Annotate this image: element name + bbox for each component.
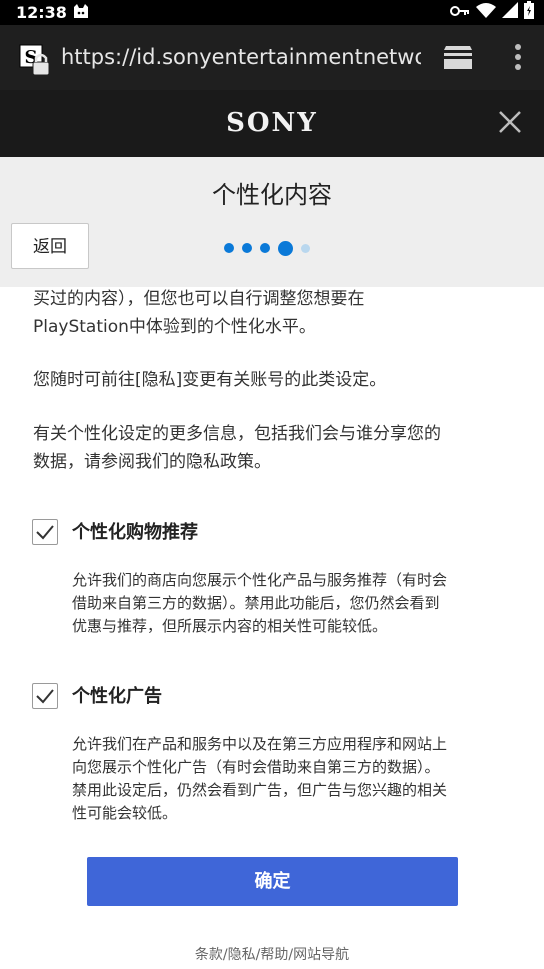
- status-icons: [450, 1, 534, 23]
- status-bar: 12:38: [0, 0, 544, 25]
- tabs-icon[interactable]: [442, 43, 474, 71]
- progress-dot-1: [224, 243, 234, 253]
- overflow-menu-icon[interactable]: [511, 43, 525, 73]
- option-title: 个性化购物推荐: [72, 522, 198, 543]
- footer-links[interactable]: 条款/隐私/帮助/网站导航: [0, 944, 544, 964]
- checkmark-icon: [36, 525, 54, 540]
- description-line: 优惠与推荐，但所展示内容的相关性可能较低。: [72, 617, 388, 635]
- intro-paragraph: 买过的内容），但您也可以自行调整您想要在 PlayStation中体验到的个性化…: [33, 285, 511, 341]
- confirm-button[interactable]: 确定: [87, 857, 458, 906]
- option-description: 允许我们在产品和服务中以及在第三方应用程序和网站上 向您展示个性化广告（有时会借…: [72, 733, 504, 825]
- description-line: 性可能会较低。: [72, 804, 178, 822]
- description-line: 允许我们的商店向您展示个性化产品与服务推荐（有时会: [72, 571, 448, 589]
- progress-dot-3: [260, 243, 270, 253]
- checkmark-icon: [36, 689, 54, 704]
- page-header: 个性化内容 返回: [0, 157, 544, 287]
- sony-logo: SONY: [226, 108, 318, 138]
- more-info-paragraph: 有关个性化设定的更多信息，包括我们会与谁分享您的 数据，请参阅我们的隐私政策。: [33, 420, 511, 476]
- signal-icon: [502, 2, 518, 22]
- description-line: 禁用此设定后，仍然会看到广告，但广告与您兴趣的相关: [72, 781, 448, 799]
- more-info-line-2: 数据，请参阅我们的隐私政策。: [33, 452, 271, 472]
- progress-dot-current: [278, 240, 293, 256]
- brand-bar: SONY: [0, 90, 544, 157]
- option-description: 允许我们的商店向您展示个性化产品与服务推荐（有时会 借助来自第三方的数据）。禁用…: [72, 569, 504, 638]
- option-title: 个性化广告: [72, 686, 162, 707]
- description-line: 允许我们在产品和服务中以及在第三方应用程序和网站上: [72, 735, 448, 753]
- status-time: 12:38: [16, 3, 67, 22]
- description-line: 向您展示个性化广告（有时会借助来自第三方的数据）。: [72, 758, 440, 776]
- back-button[interactable]: 返回: [11, 223, 89, 269]
- cat-notification-icon: [72, 3, 90, 21]
- step-progress: [224, 240, 310, 256]
- url-field[interactable]: https://id.sonyentertainmentnetwork: [61, 45, 421, 69]
- close-icon[interactable]: [498, 110, 522, 134]
- personalized-ads-checkbox[interactable]: [32, 683, 58, 709]
- page-title: 个性化内容: [212, 181, 332, 209]
- intro-line-1: 买过的内容），但您也可以自行调整您想要在: [33, 289, 365, 309]
- wifi-icon: [476, 2, 496, 22]
- privacy-settings-paragraph: 您随时可前往[隐私]变更有关账号的此类设定。: [33, 370, 387, 390]
- description-line: 借助来自第三方的数据）。禁用此功能后，您仍然会看到: [72, 594, 440, 612]
- progress-dot-2: [242, 243, 252, 253]
- battery-icon: [524, 1, 534, 23]
- shopping-recommendations-checkbox[interactable]: [32, 519, 58, 545]
- key-icon: [450, 3, 470, 22]
- more-info-line-1: 有关个性化设定的更多信息，包括我们会与谁分享您的: [33, 424, 441, 444]
- browser-toolbar: S https://id.sonyentertainmentnetwork: [0, 25, 544, 90]
- intro-line-2: PlayStation中体验到的个性化水平。: [33, 317, 316, 337]
- site-lock-icon[interactable]: S: [19, 44, 51, 76]
- progress-dot-5: [301, 243, 310, 253]
